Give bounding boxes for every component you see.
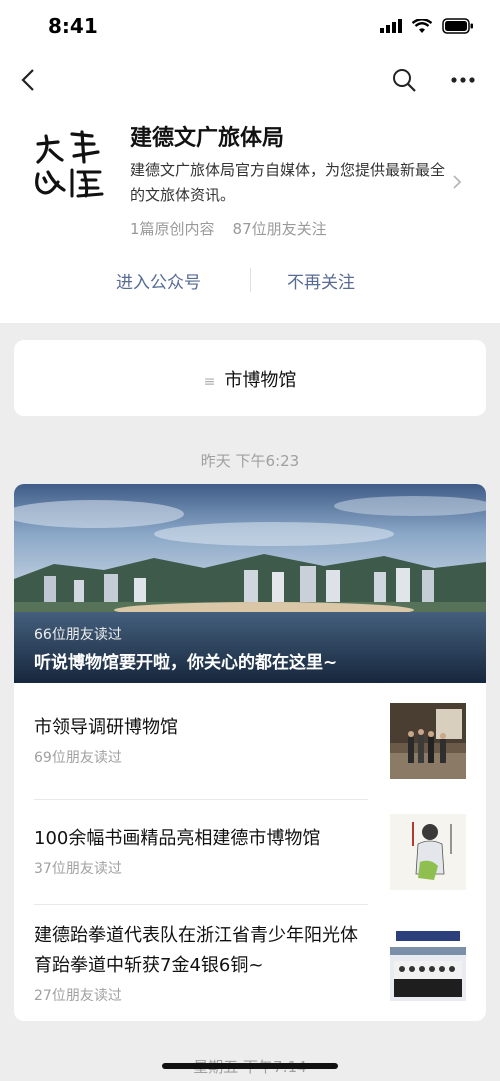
article-title: 市领导调研博物馆: [34, 717, 178, 738]
more-dots-icon: [451, 77, 475, 83]
home-indicator[interactable]: [162, 1063, 338, 1069]
account-profile: 建德文广旅体局 建德文广旅体局官方自媒体，为您提供最新最全的文旅体资讯。 1篇原…: [0, 110, 500, 323]
hero-article[interactable]: 66位朋友读过 听说博物馆要开啦，你关心的都在这里~: [14, 484, 486, 683]
article-title: 建德跆拳道代表队在浙江省青少年阳光体育跆拳道中斩获7金4银6铜~: [34, 925, 358, 976]
account-actions: 进入公众号 不再关注: [0, 258, 500, 302]
menu-list-icon: ≡: [203, 374, 216, 390]
article-reads: 69位朋友读过: [34, 750, 122, 766]
chevron-left-icon: [21, 69, 34, 91]
chevron-right-icon[interactable]: [452, 174, 462, 190]
hero-reads: 66位朋友读过: [34, 627, 122, 643]
article-card: 66位朋友读过 听说博物馆要开啦，你关心的都在这里~ 市领导调研博物馆 69位朋…: [14, 484, 486, 1021]
signal-icon: [380, 19, 402, 33]
status-icons: [380, 18, 474, 34]
account-stats: 1篇原创内容 87位朋友关注: [130, 218, 327, 239]
account-name: 建德文广旅体局: [130, 126, 285, 151]
search-button[interactable]: [390, 64, 420, 96]
nav-bar: [0, 52, 500, 110]
menu-card[interactable]: ≡ 市博物馆: [14, 340, 486, 416]
article-thumbnail: [390, 925, 466, 1001]
hero-title: 听说博物馆要开啦，你关心的都在这里~: [34, 653, 338, 673]
back-button[interactable]: [14, 62, 42, 98]
status-time: 8:41: [48, 14, 98, 38]
friends-following: 87位朋友关注: [232, 220, 327, 238]
article-thumbnail: [390, 814, 466, 890]
article-reads: 27位朋友读过: [34, 988, 122, 1004]
battery-icon: [442, 18, 473, 34]
wifi-icon: [412, 18, 432, 33]
article-thumbnail: [390, 703, 466, 779]
status-bar: 8:41: [0, 0, 500, 52]
list-item[interactable]: 100余幅书画精品亮相建德市博物馆 37位朋友读过: [14, 800, 486, 905]
more-button[interactable]: [448, 64, 478, 96]
menu-label: 市博物馆: [224, 370, 297, 391]
list-item[interactable]: 市领导调研博物馆 69位朋友读过: [14, 683, 486, 800]
list-item[interactable]: 建德跆拳道代表队在浙江省青少年阳光体育跆拳道中斩获7金4银6铜~ 27位朋友读过: [14, 905, 486, 1021]
original-count: 1篇原创内容: [130, 220, 215, 238]
timeline-date: 昨天 下午6:23: [200, 452, 300, 470]
search-icon: [393, 69, 416, 92]
account-description[interactable]: 建德文广旅体局官方自媒体，为您提供最新最全的文旅体资讯。: [130, 158, 450, 208]
action-divider: [250, 268, 251, 292]
enter-account-button[interactable]: 进入公众号: [116, 268, 201, 293]
article-title: 100余幅书画精品亮相建德市博物馆: [34, 828, 321, 849]
unfollow-button[interactable]: 不再关注: [287, 268, 355, 293]
account-logo[interactable]: [28, 122, 106, 204]
article-reads: 37位朋友读过: [34, 861, 122, 877]
